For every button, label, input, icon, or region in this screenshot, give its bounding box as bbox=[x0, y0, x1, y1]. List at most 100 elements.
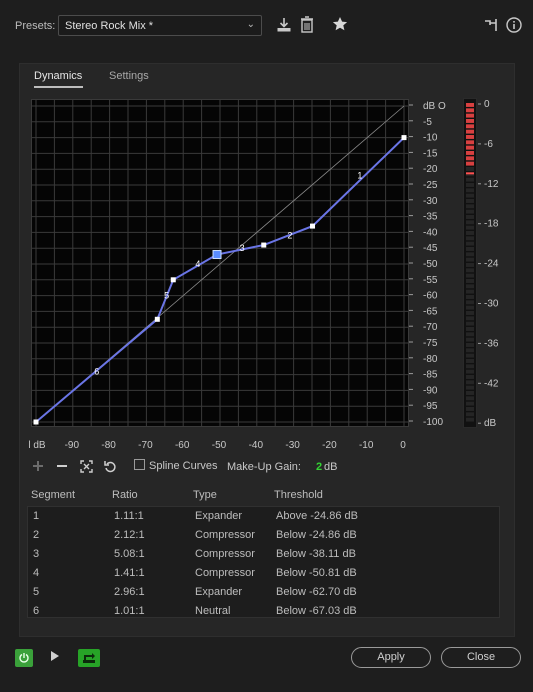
meter-segment bbox=[466, 188, 474, 193]
makeup-gain-value[interactable]: 2 bbox=[316, 461, 322, 473]
meter-segment bbox=[466, 252, 474, 257]
apply-button[interactable]: Apply bbox=[351, 647, 431, 668]
cell-type: Neutral bbox=[195, 605, 231, 617]
selected-control-point[interactable] bbox=[212, 250, 222, 260]
y-tick-label: -70 bbox=[423, 322, 438, 333]
segment-label: 6 bbox=[94, 366, 99, 376]
chevron-down-icon: ⌄ bbox=[246, 19, 255, 30]
meter-segment bbox=[466, 263, 474, 267]
play-icon[interactable] bbox=[50, 650, 60, 665]
meter-segment bbox=[466, 215, 474, 219]
y-tick-label: -100 bbox=[423, 417, 443, 428]
spline-curves-checkbox[interactable] bbox=[134, 459, 145, 470]
reset-icon[interactable] bbox=[104, 460, 117, 476]
routing-icon[interactable] bbox=[484, 18, 498, 35]
meter-segment bbox=[466, 391, 474, 395]
meter-label: -30 bbox=[484, 299, 499, 310]
meter-segment bbox=[466, 295, 474, 299]
segment-table: 1 1.11:1 Expander Above -24.86 dB 2 2.12:1 Com… bbox=[27, 506, 500, 618]
meter-segment bbox=[466, 343, 474, 347]
segment-label: 3 bbox=[240, 243, 245, 253]
control-point[interactable] bbox=[401, 135, 407, 141]
column-header-type[interactable]: Type bbox=[193, 489, 217, 501]
remove-point-icon[interactable] bbox=[56, 460, 68, 475]
meter-segment bbox=[466, 321, 474, 326]
x-tick-label: 0 bbox=[400, 440, 406, 451]
tab-dynamics[interactable]: Dynamics bbox=[34, 70, 82, 82]
meter-segment bbox=[466, 108, 474, 113]
power-toggle-button[interactable] bbox=[15, 649, 33, 667]
meter-segment bbox=[466, 199, 474, 203]
meter-segment bbox=[466, 396, 474, 401]
control-point[interactable] bbox=[261, 242, 267, 248]
column-header-segment[interactable]: Segment bbox=[31, 489, 75, 501]
meter-segment bbox=[466, 417, 474, 422]
loop-preview-button[interactable] bbox=[78, 649, 100, 667]
download-icon[interactable] bbox=[276, 17, 292, 36]
segment-label: 1 bbox=[357, 171, 362, 181]
control-point[interactable] bbox=[170, 277, 176, 283]
meter-segment bbox=[466, 161, 474, 166]
active-tab-indicator bbox=[34, 86, 83, 88]
x-tick-label: l dB bbox=[28, 440, 46, 451]
cell-ratio: 2.12:1 bbox=[114, 529, 145, 541]
x-tick-label: -70 bbox=[138, 440, 153, 451]
meter-label: -18 bbox=[484, 219, 499, 230]
meter-segment bbox=[466, 359, 474, 363]
tab-settings[interactable]: Settings bbox=[109, 70, 149, 82]
cell-segment: 5 bbox=[33, 586, 40, 598]
cell-type: Compressor bbox=[195, 567, 255, 579]
info-icon[interactable] bbox=[506, 17, 522, 36]
meter-segment bbox=[466, 273, 474, 278]
graph-canvas[interactable]: 1 2 3 4 5 6 bbox=[32, 100, 408, 426]
y-axis: dB O -5 -10 -15 -20 -25 -30 -35 -40 -45 -50 -55 -60 -… bbox=[409, 101, 446, 428]
add-point-icon[interactable] bbox=[32, 460, 44, 475]
x-tick-label: -20 bbox=[322, 440, 337, 451]
table-row[interactable]: 3 5.08:1 Compressor Below -38.11 dB bbox=[28, 545, 499, 564]
meter-segment bbox=[466, 151, 474, 155]
table-row[interactable]: 4 1.41:1 Compressor Below -50.81 dB bbox=[28, 564, 499, 583]
control-point[interactable] bbox=[33, 419, 39, 425]
table-row[interactable]: 5 2.96:1 Expander Below -62.70 dB bbox=[28, 583, 499, 602]
x-tick-label: -30 bbox=[285, 440, 300, 451]
dynamics-graph[interactable]: 1 2 3 4 5 6 bbox=[31, 99, 409, 427]
segment-label: 4 bbox=[195, 259, 200, 269]
cell-ratio: 5.08:1 bbox=[114, 548, 145, 560]
meter-segment bbox=[466, 311, 474, 315]
column-header-ratio[interactable]: Ratio bbox=[112, 489, 138, 501]
cell-segment: 4 bbox=[33, 567, 40, 579]
makeup-gain-label: Make-Up Gain: bbox=[227, 461, 301, 473]
star-icon[interactable] bbox=[332, 16, 348, 35]
level-meter bbox=[463, 98, 477, 428]
y-tick-label: -95 bbox=[423, 401, 438, 412]
control-point[interactable] bbox=[310, 223, 316, 229]
meter-segment bbox=[466, 124, 474, 129]
meter-segment bbox=[466, 167, 474, 171]
control-point[interactable] bbox=[154, 316, 160, 322]
trash-icon[interactable] bbox=[300, 16, 314, 36]
meter-segment bbox=[466, 119, 474, 123]
preset-dropdown[interactable]: Stereo Rock Mix * ⌄ bbox=[58, 15, 262, 36]
x-tick-label: -40 bbox=[249, 440, 264, 451]
meter-label: -36 bbox=[484, 338, 499, 349]
y-tick-label: dB O bbox=[423, 101, 446, 112]
cell-threshold: Below -67.03 dB bbox=[276, 605, 357, 617]
y-tick-label: -60 bbox=[423, 291, 438, 302]
meter-segment bbox=[466, 337, 474, 342]
peak-indicator bbox=[466, 172, 474, 175]
x-tick-label: -50 bbox=[212, 440, 227, 451]
table-row[interactable]: 1 1.11:1 Expander Above -24.86 dB bbox=[28, 507, 499, 526]
cell-ratio: 1.41:1 bbox=[114, 567, 145, 579]
fit-icon[interactable] bbox=[80, 460, 93, 476]
close-button[interactable]: Close bbox=[441, 647, 521, 668]
table-row[interactable]: 2 2.12:1 Compressor Below -24.86 dB bbox=[28, 526, 499, 545]
column-header-threshold[interactable]: Threshold bbox=[274, 489, 323, 501]
y-tick-label: -30 bbox=[423, 196, 438, 207]
meter-segment bbox=[466, 316, 474, 321]
meter-segment bbox=[466, 220, 474, 225]
table-row[interactable]: 6 1.01:1 Neutral Below -67.03 dB bbox=[28, 602, 499, 621]
meter-segment bbox=[466, 369, 474, 374]
meter-segment bbox=[466, 268, 474, 273]
cell-threshold: Below -38.11 dB bbox=[276, 548, 356, 560]
meter-segment bbox=[466, 412, 474, 417]
